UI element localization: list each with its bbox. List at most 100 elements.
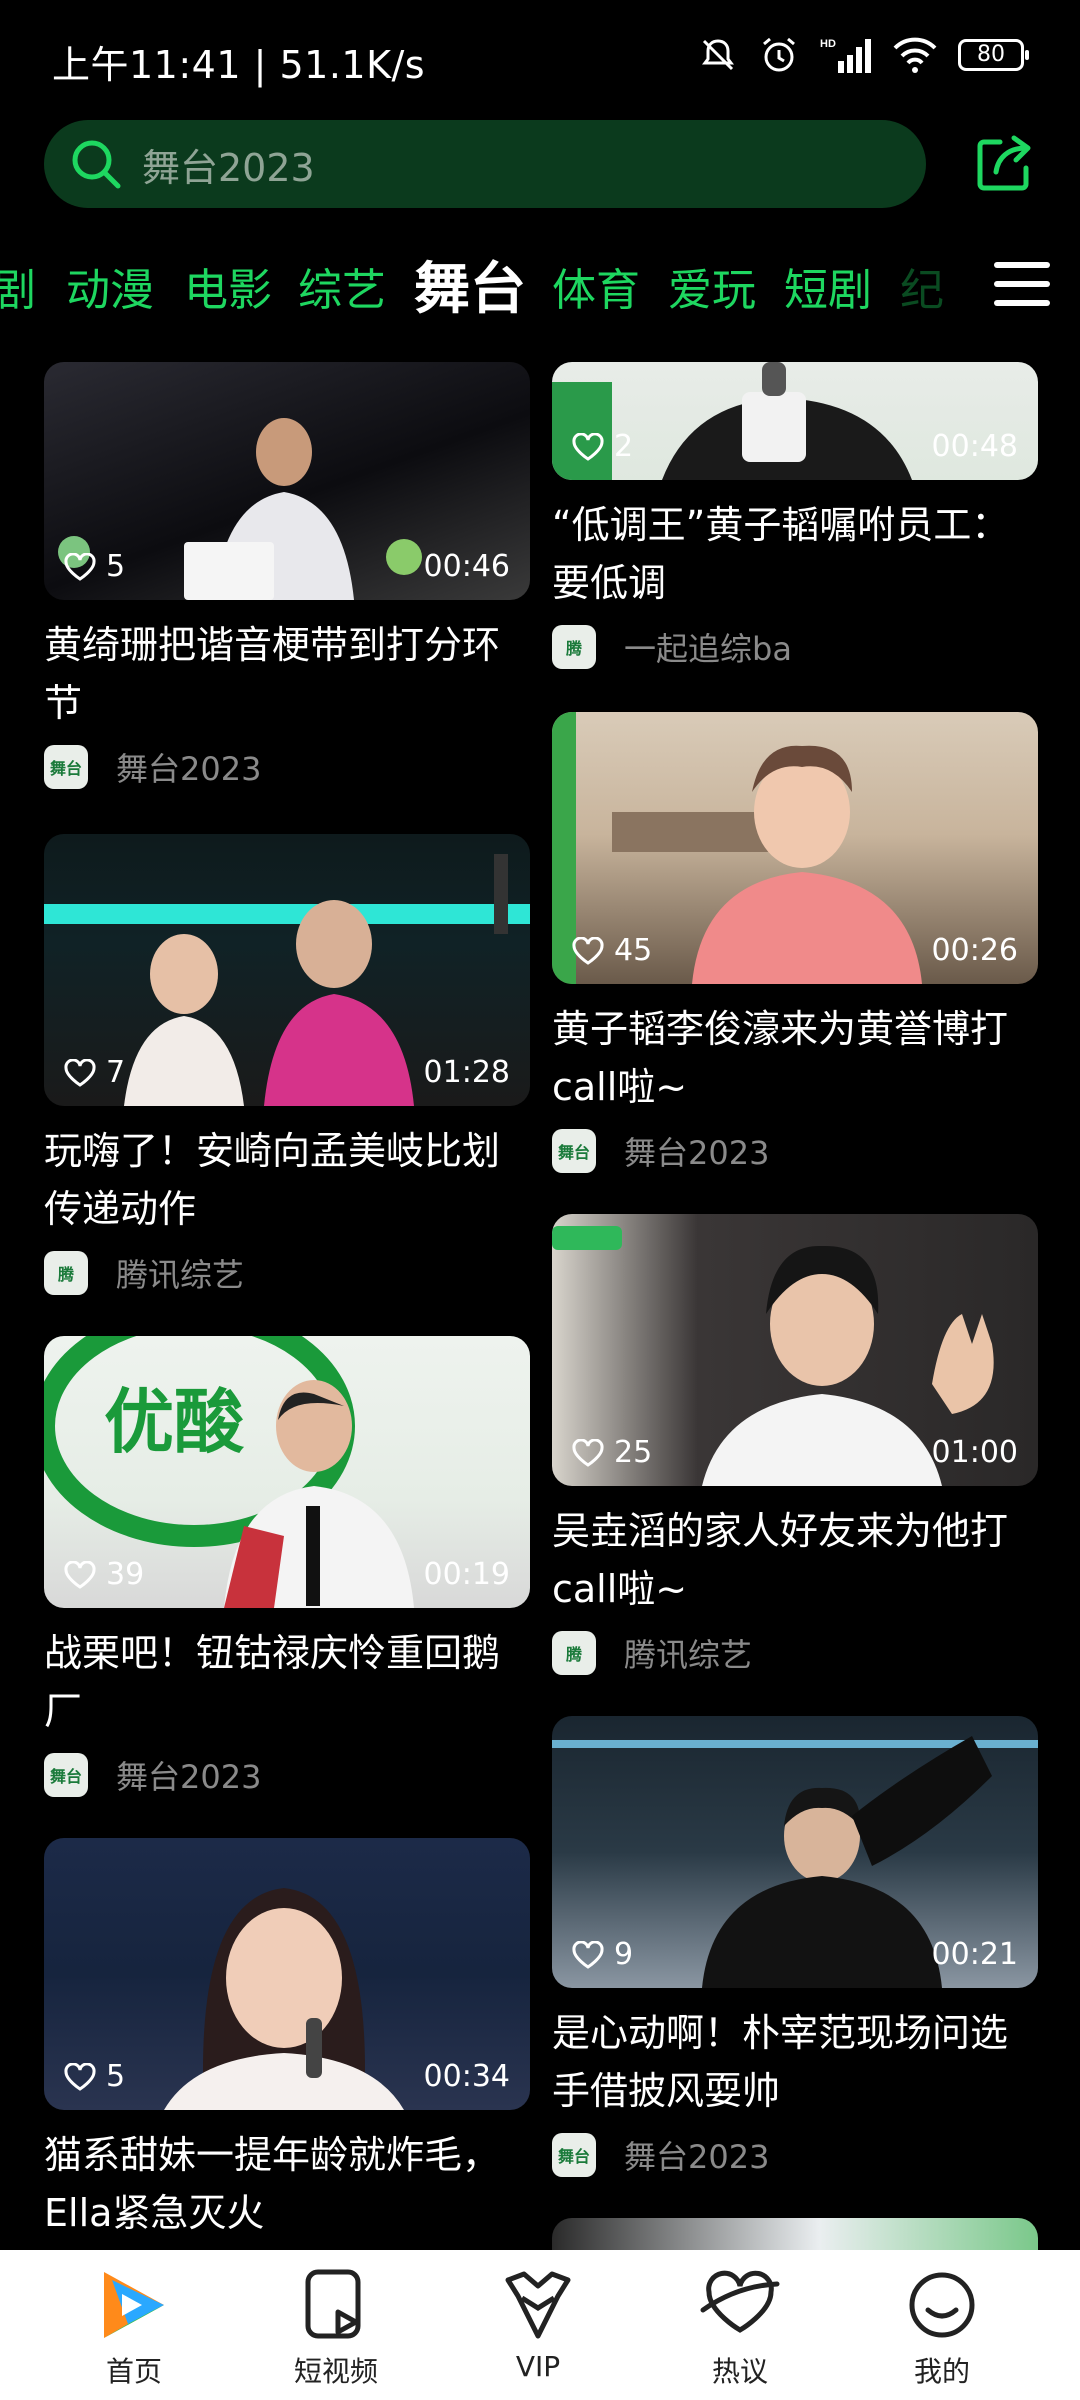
video-title[interactable]: 吴垚滔的家人好友来为他打call啦~ (552, 1502, 1038, 1618)
hd-signal-icon: HD (820, 38, 871, 73)
video-card[interactable]: 5 00:46 黄绮珊把谐音梗带到打分环节 舞台 舞台2023 (44, 362, 530, 792)
like-count: 9 (572, 1937, 633, 1972)
avatar[interactable]: 腾 (44, 1251, 88, 1295)
video-card[interactable]: 2 00:48 “低调王”黄子韬嘱咐员工：要低调 腾一起追综ba (552, 362, 1038, 672)
video-thumbnail[interactable]: 45 00:26 (552, 712, 1038, 984)
avatar[interactable]: 舞台 (44, 745, 88, 789)
heart-icon (64, 1560, 96, 1589)
nav-label: 热议 (711, 2355, 768, 2388)
video-duration: 00:26 (931, 933, 1018, 968)
nav-hot-topics[interactable]: 热议 (670, 2266, 810, 2390)
author-name[interactable]: 舞台2023 (116, 1752, 261, 1798)
author-name[interactable]: 舞台2023 (624, 2132, 769, 2178)
video-title[interactable]: 玩嗨了！安崎向孟美岐比划传递动作 (44, 1122, 530, 1238)
video-title[interactable]: 黄绮珊把谐音梗带到打分环节 (44, 616, 530, 732)
nav-label: VIP (515, 2350, 561, 2383)
heart-icon (572, 1940, 604, 1969)
video-thumbnail[interactable]: 5 00:46 (44, 362, 530, 600)
video-duration: 00:34 (423, 2059, 510, 2094)
video-card[interactable]: 25 01:00 吴垚滔的家人好友来为他打call啦~ 腾腾讯综艺 (552, 1214, 1038, 1678)
video-title[interactable]: “低调王”黄子韬嘱咐员工：要低调 (552, 496, 1038, 612)
author-name[interactable]: 腾讯综艺 (624, 1630, 752, 1676)
tab-drama[interactable]: 剧 (0, 254, 36, 318)
category-tabs: 剧 动漫 电影 综艺 舞台 体育 爱玩 短剧 纪 (0, 244, 1080, 334)
tab-stage[interactable]: 舞台 (414, 244, 526, 325)
heart-icon (572, 432, 604, 461)
video-duration: 00:46 (423, 549, 510, 584)
tab-variety[interactable]: 综艺 (298, 254, 386, 318)
heart-icon (64, 2062, 96, 2091)
video-thumbnail[interactable]: 7 01:28 (44, 834, 530, 1106)
share-icon[interactable] (970, 130, 1038, 198)
author-name[interactable]: 一起追综ba (624, 624, 792, 670)
nav-short-video[interactable]: 短视频 (266, 2266, 406, 2390)
search-bar[interactable]: 舞台2023 (44, 120, 926, 208)
video-duration: 00:48 (931, 429, 1018, 464)
menu-icon[interactable] (994, 262, 1050, 310)
video-thumbnail[interactable]: 5 00:34 (44, 1838, 530, 2110)
tab-anime[interactable]: 动漫 (66, 254, 154, 318)
bottom-nav: 首页 短视频 VIP 热议 我的 (0, 2250, 1080, 2400)
author-name[interactable]: 舞台2023 (116, 744, 261, 790)
video-card[interactable]: 7 01:28 玩嗨了！安崎向孟美岐比划传递动作 腾腾讯综艺 (44, 834, 530, 1298)
video-card[interactable]: 5 00:34 猫系甜妹一提年龄就炸毛，Ella紧急灭火 (44, 1838, 530, 2242)
video-title[interactable]: 战栗吧！钮钴禄庆怜重回鹅厂 (44, 1624, 530, 1740)
video-duration: 00:21 (931, 1937, 1018, 1972)
profile-smile-icon (909, 2272, 975, 2338)
svg-text:HD: HD (820, 38, 836, 50)
heart-chat-icon (700, 2270, 780, 2333)
heart-icon (64, 552, 96, 581)
nav-label: 短视频 (293, 2355, 378, 2388)
video-duration: 01:00 (931, 1435, 1018, 1470)
video-duration: 00:19 (423, 1557, 510, 1592)
video-card[interactable]: 45 00:26 黄子韬李俊濠来为黄誉博打call啦~ 舞台 舞台2023 (552, 712, 1038, 1176)
battery-icon: 80 (958, 39, 1029, 71)
avatar[interactable]: 腾 (552, 1631, 596, 1675)
mute-icon (702, 39, 734, 71)
home-play-icon (104, 2272, 164, 2338)
video-card[interactable]: 9 00:21 是心动啊！朴宰范现场问选手借披风耍帅 舞台 舞台2023 (552, 1716, 1038, 2180)
nav-profile[interactable]: 我的 (872, 2266, 1012, 2390)
like-count: 2 (572, 429, 633, 464)
video-title[interactable]: 猫系甜妹一提年龄就炸毛，Ella紧急灭火 (44, 2126, 530, 2242)
nav-vip[interactable]: VIP (468, 2266, 608, 2383)
avatar[interactable]: 舞台 (552, 2133, 596, 2177)
video-feed: 5 00:46 黄绮珊把谐音梗带到打分环节 舞台 舞台2023 7 01:28 玩… (0, 360, 1080, 2250)
short-video-icon (305, 2269, 361, 2339)
video-title[interactable]: 是心动啊！朴宰范现场问选手借披风耍帅 (552, 2004, 1038, 2120)
alarm-icon (763, 37, 795, 72)
video-thumbnail[interactable]: 25 01:00 (552, 1214, 1038, 1486)
like-count: 7 (64, 1055, 125, 1090)
tab-play[interactable]: 爱玩 (668, 254, 756, 318)
video-thumbnail[interactable]: 9 00:21 (552, 1716, 1038, 1988)
like-count: 25 (572, 1435, 652, 1470)
video-duration: 01:28 (423, 1055, 510, 1090)
avatar[interactable]: 腾 (552, 625, 596, 669)
video-thumbnail[interactable] (552, 2218, 1038, 2250)
video-thumbnail[interactable]: 2 00:48 (552, 362, 1038, 480)
like-count: 45 (572, 933, 652, 968)
status-time-speed: 上午11:41 | 51.1K/s (52, 43, 426, 87)
like-count: 5 (64, 549, 125, 584)
author-name[interactable]: 舞台2023 (624, 1128, 769, 1174)
svg-text:优酸: 优酸 (104, 1381, 245, 1463)
tab-documentary[interactable]: 纪 (900, 254, 944, 318)
nav-home[interactable]: 首页 (64, 2266, 204, 2390)
video-card[interactable] (552, 2218, 1038, 2250)
wifi-icon (893, 37, 937, 73)
video-card[interactable]: 优酸 39 00:19 战栗吧！钮钴禄庆怜重回鹅厂 舞台 舞台2023 (44, 1336, 530, 1800)
heart-icon (572, 936, 604, 965)
heart-icon (572, 1438, 604, 1467)
status-bar: 上午11:41 | 51.1K/s HD 80 (0, 0, 1080, 120)
tab-movie[interactable]: 电影 (184, 254, 272, 318)
video-thumbnail[interactable]: 优酸 39 00:19 (44, 1336, 530, 1608)
author-name[interactable]: 腾讯综艺 (116, 1250, 244, 1296)
avatar[interactable]: 舞台 (552, 1129, 596, 1173)
like-count: 39 (64, 1557, 144, 1592)
like-count: 5 (64, 2059, 125, 2094)
video-title[interactable]: 黄子韬李俊濠来为黄誉博打call啦~ (552, 1000, 1038, 1116)
avatar[interactable]: 舞台 (44, 1753, 88, 1797)
tab-short-drama[interactable]: 短剧 (784, 254, 872, 318)
vip-crown-icon (505, 2271, 571, 2339)
tab-sports[interactable]: 体育 (552, 254, 640, 318)
